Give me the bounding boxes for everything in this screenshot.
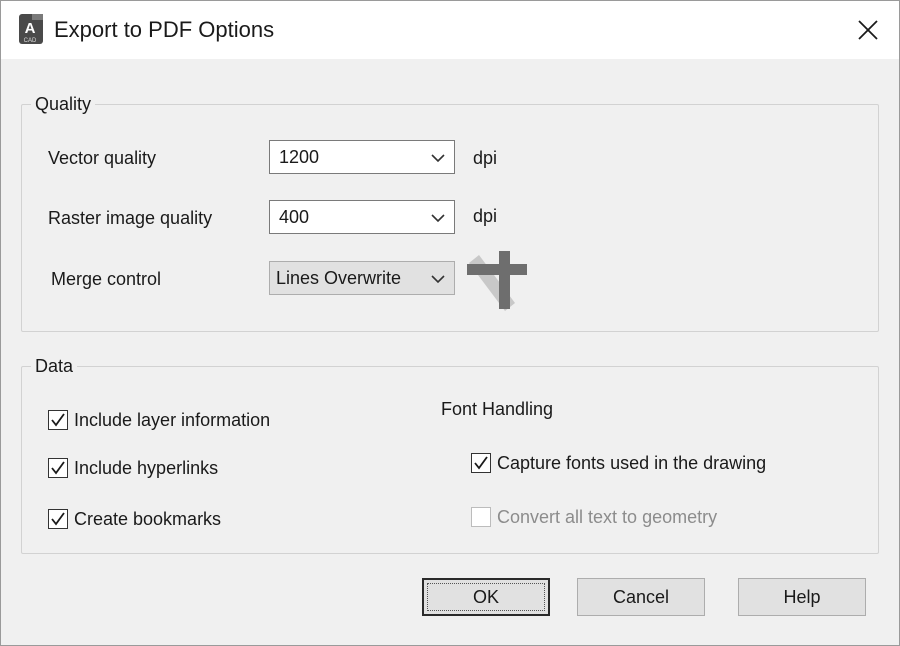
include-hyperlinks-label: Include hyperlinks <box>74 457 219 478</box>
raster-quality-value: 400 <box>279 207 310 227</box>
quality-group-label: Quality <box>31 94 96 115</box>
vector-unit-label: dpi <box>473 148 498 168</box>
create-bookmarks-label: Create bookmarks <box>74 508 222 529</box>
raster-quality-label: Raster image quality <box>48 208 213 228</box>
vector-quality-label: Vector quality <box>48 148 157 168</box>
merge-preview-icon <box>467 251 527 311</box>
merge-control-combo[interactable]: Lines Overwrite <box>269 261 455 295</box>
checkmark-icon <box>51 413 65 427</box>
checkbox-box <box>48 458 68 478</box>
include-hyperlinks-checkbox[interactable]: Include hyperlinks <box>48 455 218 481</box>
checkmark-icon <box>474 456 488 470</box>
capture-fonts-checkbox[interactable]: Capture fonts used in the drawing <box>471 450 766 476</box>
cancel-button[interactable]: Cancel <box>577 578 705 616</box>
checkmark-icon <box>51 512 65 526</box>
ok-button[interactable]: OK <box>422 578 550 616</box>
checkbox-box <box>48 410 68 430</box>
raster-unit-label: dpi <box>473 206 498 226</box>
close-icon <box>858 20 878 40</box>
window-title: Export to PDF Options <box>54 17 275 42</box>
chevron-down-icon <box>431 275 445 284</box>
chevron-down-icon <box>431 214 445 223</box>
font-handling-label: Font Handling <box>441 399 554 419</box>
title-bar: A CAD Export to PDF Options <box>1 1 899 59</box>
vector-quality-value: 1200 <box>279 147 320 167</box>
convert-text-label: Convert all text to geometry <box>497 506 718 527</box>
export-pdf-dialog: A CAD Export to PDF Options Quality Vect… <box>0 0 900 646</box>
app-icon: A CAD <box>18 13 44 45</box>
checkmark-icon <box>51 461 65 475</box>
app-icon-letter: A <box>25 20 36 37</box>
checkbox-box <box>471 453 491 473</box>
include-layer-info-label: Include layer information <box>74 409 271 430</box>
close-button[interactable] <box>851 13 885 47</box>
vector-quality-combo[interactable]: 1200 <box>269 140 455 174</box>
chevron-down-icon <box>431 154 445 163</box>
app-icon-caption: CAD <box>24 38 37 44</box>
capture-fonts-label: Capture fonts used in the drawing <box>497 452 767 473</box>
help-button[interactable]: Help <box>738 578 866 616</box>
checkbox-box <box>471 507 491 527</box>
merge-control-value: Lines Overwrite <box>276 268 402 288</box>
convert-text-checkbox[interactable]: Convert all text to geometry <box>471 504 717 530</box>
data-group-label: Data <box>31 356 78 377</box>
raster-quality-combo[interactable]: 400 <box>269 200 455 234</box>
create-bookmarks-checkbox[interactable]: Create bookmarks <box>48 506 221 532</box>
include-layer-info-checkbox[interactable]: Include layer information <box>48 407 270 433</box>
merge-control-label: Merge control <box>51 269 162 289</box>
checkbox-box <box>48 509 68 529</box>
